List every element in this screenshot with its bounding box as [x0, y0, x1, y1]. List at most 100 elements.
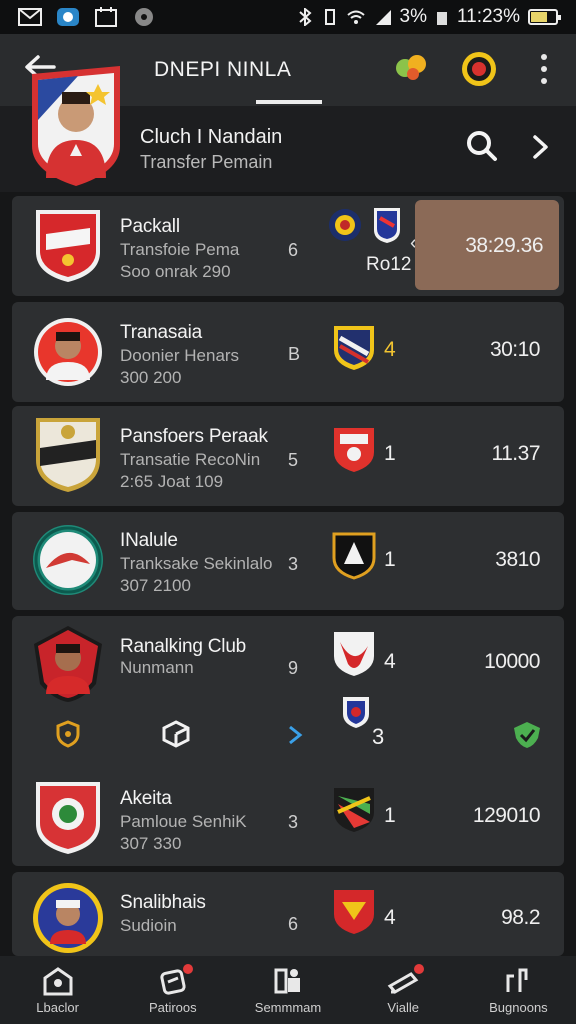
calendar-icon	[95, 7, 117, 27]
team-badge-icon	[343, 697, 369, 728]
wifi-icon	[346, 10, 365, 24]
club-crest-icon	[36, 418, 100, 492]
team-badge-icon	[334, 326, 374, 370]
row-rank: 3	[288, 812, 299, 832]
list-item[interactable]: Snalibhais Sudioin 6 4 98.2	[12, 872, 564, 956]
highlighted-value-box[interactable]: 38:29.36	[415, 200, 559, 290]
team-badge-icon	[334, 788, 374, 832]
club-crest-player-card	[32, 66, 120, 186]
notification-dot	[413, 964, 424, 974]
search-icon[interactable]	[464, 128, 500, 164]
row-subtitle: Transatie RecoNin	[120, 450, 261, 469]
nav-label: Semmmam	[254, 1000, 322, 1015]
row-value: 3810	[495, 548, 540, 571]
list-item-expanded[interactable]: Ranalking Club Nunmann 9 4 10000 3 Akeit…	[12, 616, 564, 866]
bottom-navigation: Lbaclor Patiroos Semmmam Vialle Bugnoons	[0, 956, 576, 1024]
row-subtitle: Tranksake Sekinlalo	[120, 554, 273, 573]
list-item[interactable]: INalule Tranksake Sekinlalo 307 2100 3 1…	[12, 512, 564, 610]
squad-icon	[274, 968, 300, 994]
row-detail: 307 330	[120, 834, 182, 853]
action-score: 3	[372, 724, 385, 749]
more-menu-icon[interactable]	[540, 54, 548, 84]
home-icon	[43, 967, 73, 996]
clock: 11:23%	[456, 6, 520, 27]
notification-dot	[183, 964, 194, 974]
mail-icon	[18, 8, 42, 26]
row-score: 4	[384, 906, 396, 929]
list-item[interactable]: Packall Transfoie Pema Soo onrak 290 6 R…	[12, 196, 564, 296]
list-item[interactable]: Tranasaia Doonier Henars 300 200 B 4 30:…	[12, 302, 564, 402]
page-title: DNEPI NINLA	[154, 58, 292, 81]
active-tab-indicator	[256, 100, 322, 104]
app-notification-icon	[57, 8, 79, 26]
row-rank: 6	[288, 914, 299, 934]
row-name: Akeita	[120, 788, 172, 809]
row-detail: 307 2100	[120, 576, 191, 595]
row-detail: Soo onrak 290	[120, 262, 231, 281]
row-value: 11.37	[491, 442, 541, 465]
row-detail: 300 200	[120, 368, 182, 387]
nav-item-players[interactable]: Patiroos	[115, 956, 230, 1024]
balloon-icon[interactable]	[392, 50, 430, 88]
club-subtitle: Transfer Pemain	[140, 152, 273, 172]
nav-label: Vialle	[387, 1000, 419, 1015]
row-subtitle: Doonier Henars	[120, 346, 240, 365]
player-avatar	[34, 626, 102, 702]
row-name: Pansfoers Peraak	[120, 426, 268, 447]
row-value: 30:10	[489, 338, 541, 361]
nav-label: Lbaclor	[36, 1000, 79, 1015]
team-badge-icon	[374, 208, 400, 243]
row-detail: 2:65 Joat 109	[120, 472, 224, 491]
club-crest-icon	[33, 525, 103, 595]
row-name: Ranalking Club	[120, 636, 247, 657]
league-logo-icon[interactable]	[460, 50, 498, 88]
row-rank: 5	[288, 450, 299, 470]
nav-item-squad[interactable]: Semmmam	[230, 956, 345, 1024]
row-value: 10000	[484, 650, 540, 673]
row-rank: 6	[288, 240, 299, 260]
list-item[interactable]: Pansfoers Peraak Transatie RecoNin 2:65 …	[12, 406, 564, 506]
storage-icon	[436, 12, 447, 25]
nav-item-home[interactable]: Lbaclor	[0, 956, 115, 1024]
row-subtitle: Nunmann	[120, 658, 194, 677]
row-rank: 9	[288, 658, 299, 678]
battery-icon	[528, 9, 561, 25]
row-score: 1	[384, 804, 396, 827]
row-rank: 3	[288, 554, 299, 574]
battery-percent: 3%	[399, 6, 427, 27]
vibrate-icon	[324, 9, 335, 25]
team-badge-icon	[334, 632, 374, 676]
nav-item-transfers[interactable]: Vialle	[346, 956, 461, 1024]
row-subtitle: Transfoie Pema	[120, 240, 240, 259]
team-badge-icon	[332, 532, 376, 580]
cube-icon[interactable]	[162, 720, 190, 748]
row-score: Ro12	[366, 254, 412, 275]
row-name: Tranasaia	[120, 322, 202, 343]
player-avatar	[33, 883, 103, 953]
club-crest-icon	[36, 782, 100, 854]
bluetooth-icon	[298, 8, 312, 26]
team-badge-icon	[329, 209, 361, 241]
chevron-right-icon[interactable]	[526, 132, 554, 162]
row-value: 129010	[472, 804, 541, 827]
shield-icon[interactable]	[56, 720, 80, 748]
row-name: Packall	[120, 216, 180, 237]
nav-label: Bugnoons	[489, 1000, 548, 1015]
row-score: 1	[384, 442, 396, 465]
nav-item-stats[interactable]: Bugnoons	[461, 956, 576, 1024]
club-name: Cluch I Nandain	[140, 126, 283, 148]
status-bar: 3% 11:23%	[0, 0, 576, 34]
shield-check-icon[interactable]	[512, 720, 542, 750]
chevron-right-icon[interactable]	[286, 724, 304, 746]
nav-label: Patiroos	[148, 1000, 197, 1015]
row-value: 38:29.36	[465, 234, 543, 257]
club-crest-icon	[36, 210, 100, 282]
row-score: 1	[384, 548, 396, 571]
row-name: INalule	[120, 530, 178, 551]
player-avatar	[34, 318, 102, 386]
signal-icon	[375, 10, 391, 25]
row-rank: B	[288, 344, 301, 364]
row-subtitle: Pamloue SenhiK	[120, 812, 247, 831]
team-badge-icon	[334, 890, 374, 934]
stats-icon	[506, 968, 528, 992]
